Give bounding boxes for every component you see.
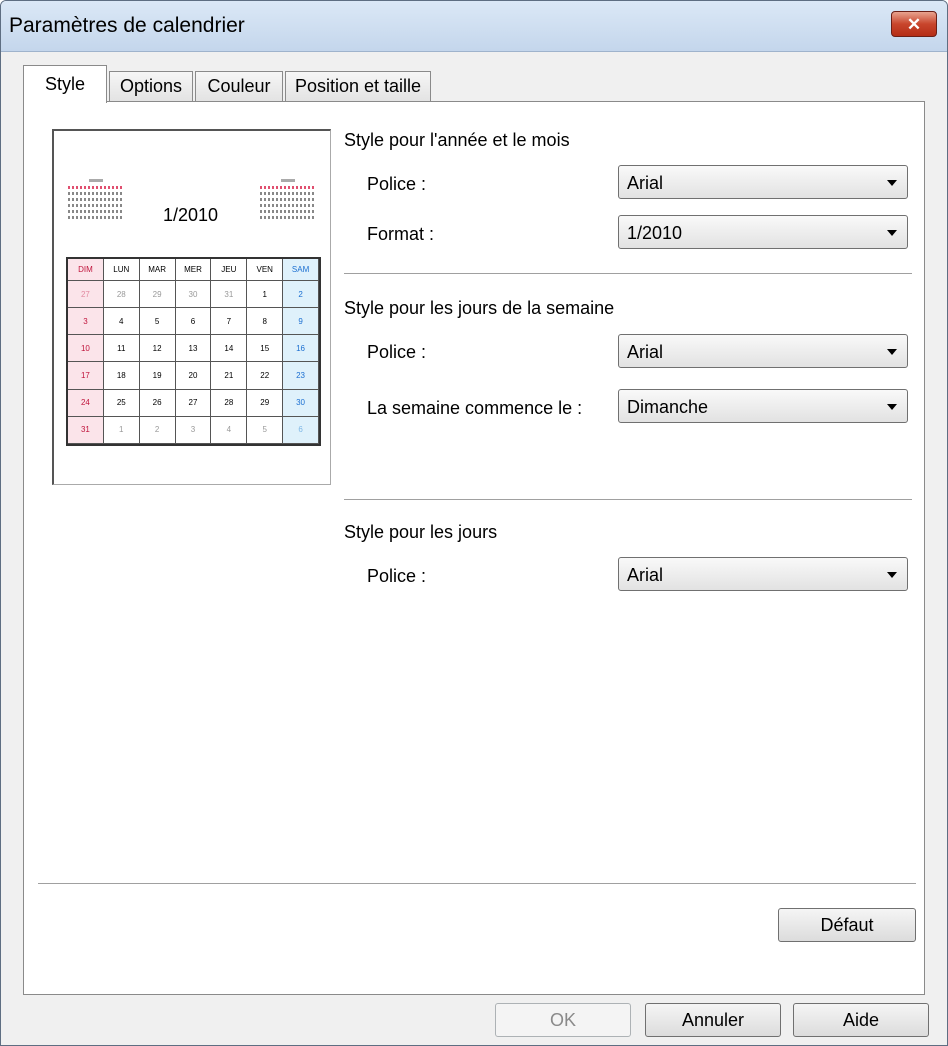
tab-position-et-taille[interactable]: Position et taille <box>285 71 431 101</box>
tab-style[interactable]: Style <box>23 65 107 103</box>
preview-day-cell: 20 <box>175 362 212 390</box>
preview-day-cell: 3 <box>175 416 212 444</box>
preview-day-cell: 1 <box>247 281 284 309</box>
preview-day-cell: 31 <box>68 416 104 444</box>
year-month-font-label: Police : <box>367 174 427 194</box>
preview-weekday-header: SAM <box>283 259 319 281</box>
preview-weekday-header: DIM <box>68 259 104 281</box>
preview-day-cell: 28 <box>211 389 248 417</box>
days-style-title: Style pour les jours <box>344 522 498 542</box>
chevron-down-icon <box>887 404 897 410</box>
weekdays-style-title: Style pour les jours de la semaine <box>344 298 615 318</box>
preview-day-cell: 11 <box>103 335 140 363</box>
preview-day-cell: 22 <box>247 362 284 390</box>
week-start-select[interactable]: Dimanche <box>618 389 908 423</box>
preview-day-cell: 2 <box>139 416 176 444</box>
mini-calendar-previous <box>68 179 124 237</box>
preview-day-cell: 14 <box>211 335 248 363</box>
preview-day-cell: 18 <box>103 362 140 390</box>
preview-day-cell: 15 <box>247 335 284 363</box>
week-start-value: Dimanche <box>627 397 709 417</box>
preview-day-cell: 30 <box>283 389 319 417</box>
preview-day-cell: 25 <box>103 389 140 417</box>
preview-weekday-header: LUN <box>103 259 140 281</box>
preview-day-cell: 24 <box>68 389 104 417</box>
chevron-down-icon <box>887 349 897 355</box>
close-icon: ✕ <box>906 14 922 34</box>
tab-couleur[interactable]: Couleur <box>195 71 283 101</box>
format-select[interactable]: 1/2010 <box>618 215 908 249</box>
close-button[interactable]: ✕ <box>891 11 937 37</box>
calendar-preview: 1/2010 DIM LUN MAR MER JEU VEN SAM 27 28 29 30 31 1 2… <box>52 129 331 485</box>
preview-day-cell: 5 <box>247 416 284 444</box>
chevron-down-icon <box>887 180 897 186</box>
weekdays-font-select[interactable]: Arial <box>618 334 908 368</box>
days-font-select[interactable]: Arial <box>618 557 908 591</box>
preview-day-cell: 6 <box>175 308 212 336</box>
preview-day-cell: 28 <box>103 281 140 309</box>
preview-day-cell: 29 <box>139 281 176 309</box>
year-month-style-title: Style pour l'année et le mois <box>344 130 570 150</box>
preview-day-cell: 10 <box>68 335 104 363</box>
divider <box>344 499 912 501</box>
days-font-value: Arial <box>627 565 664 585</box>
preview-calendar-grid: DIM LUN MAR MER JEU VEN SAM 27 28 29 30 31 1 2 3 4 5 6 7 8 9… <box>66 257 321 446</box>
preview-day-cell: 4 <box>211 416 248 444</box>
preview-day-cell: 27 <box>175 389 212 417</box>
preview-day-cell: 17 <box>68 362 104 390</box>
days-font-label: Police : <box>367 566 427 586</box>
preview-weekday-header: MAR <box>139 259 176 281</box>
tab-options[interactable]: Options <box>109 71 193 101</box>
chevron-down-icon <box>887 230 897 236</box>
format-label: Format : <box>367 224 435 244</box>
year-month-font-select[interactable]: Arial <box>618 165 908 199</box>
preview-weekday-header: JEU <box>211 259 248 281</box>
preview-day-cell: 19 <box>139 362 176 390</box>
preview-day-cell: 8 <box>247 308 284 336</box>
preview-day-cell: 9 <box>283 308 319 336</box>
calendar-settings-dialog: Paramètres de calendrier ✕ Style Options… <box>0 0 948 1046</box>
preview-day-cell: 7 <box>211 308 248 336</box>
default-button[interactable]: Défaut <box>778 908 916 942</box>
preview-day-cell: 16 <box>283 335 319 363</box>
preview-day-cell: 23 <box>283 362 319 390</box>
preview-weekday-header: MER <box>175 259 212 281</box>
weekdays-font-value: Arial <box>627 342 664 362</box>
ok-button[interactable]: OK <box>495 1003 631 1037</box>
divider <box>38 883 916 885</box>
help-button[interactable]: Aide <box>793 1003 929 1037</box>
format-value: 1/2010 <box>627 223 683 243</box>
preview-day-cell: 31 <box>211 281 248 309</box>
preview-day-cell: 4 <box>103 308 140 336</box>
preview-day-cell: 2 <box>283 281 319 309</box>
week-start-label: La semaine commence le : <box>367 398 583 418</box>
title-bar: Paramètres de calendrier ✕ <box>1 1 947 52</box>
cancel-button[interactable]: Annuler <box>645 1003 781 1037</box>
preview-day-cell: 1 <box>103 416 140 444</box>
preview-day-cell: 26 <box>139 389 176 417</box>
style-tab-panel: 1/2010 DIM LUN MAR MER JEU VEN SAM 27 28 29 30 31 1 2… <box>23 101 925 995</box>
weekdays-font-label: Police : <box>367 342 427 362</box>
chevron-down-icon <box>887 572 897 578</box>
preview-month-title: 1/2010 <box>163 205 219 225</box>
window-title: Paramètres de calendrier <box>9 14 245 37</box>
preview-day-cell: 30 <box>175 281 212 309</box>
divider <box>344 273 912 275</box>
preview-day-cell: 6 <box>283 416 319 444</box>
preview-day-cell: 5 <box>139 308 176 336</box>
preview-day-cell: 13 <box>175 335 212 363</box>
preview-day-cell: 3 <box>68 308 104 336</box>
preview-day-cell: 12 <box>139 335 176 363</box>
preview-day-cell: 27 <box>68 281 104 309</box>
preview-day-cell: 21 <box>211 362 248 390</box>
mini-calendar-next <box>260 179 316 237</box>
preview-day-cell: 29 <box>247 389 284 417</box>
year-month-font-value: Arial <box>627 173 664 193</box>
preview-weekday-header: VEN <box>247 259 284 281</box>
